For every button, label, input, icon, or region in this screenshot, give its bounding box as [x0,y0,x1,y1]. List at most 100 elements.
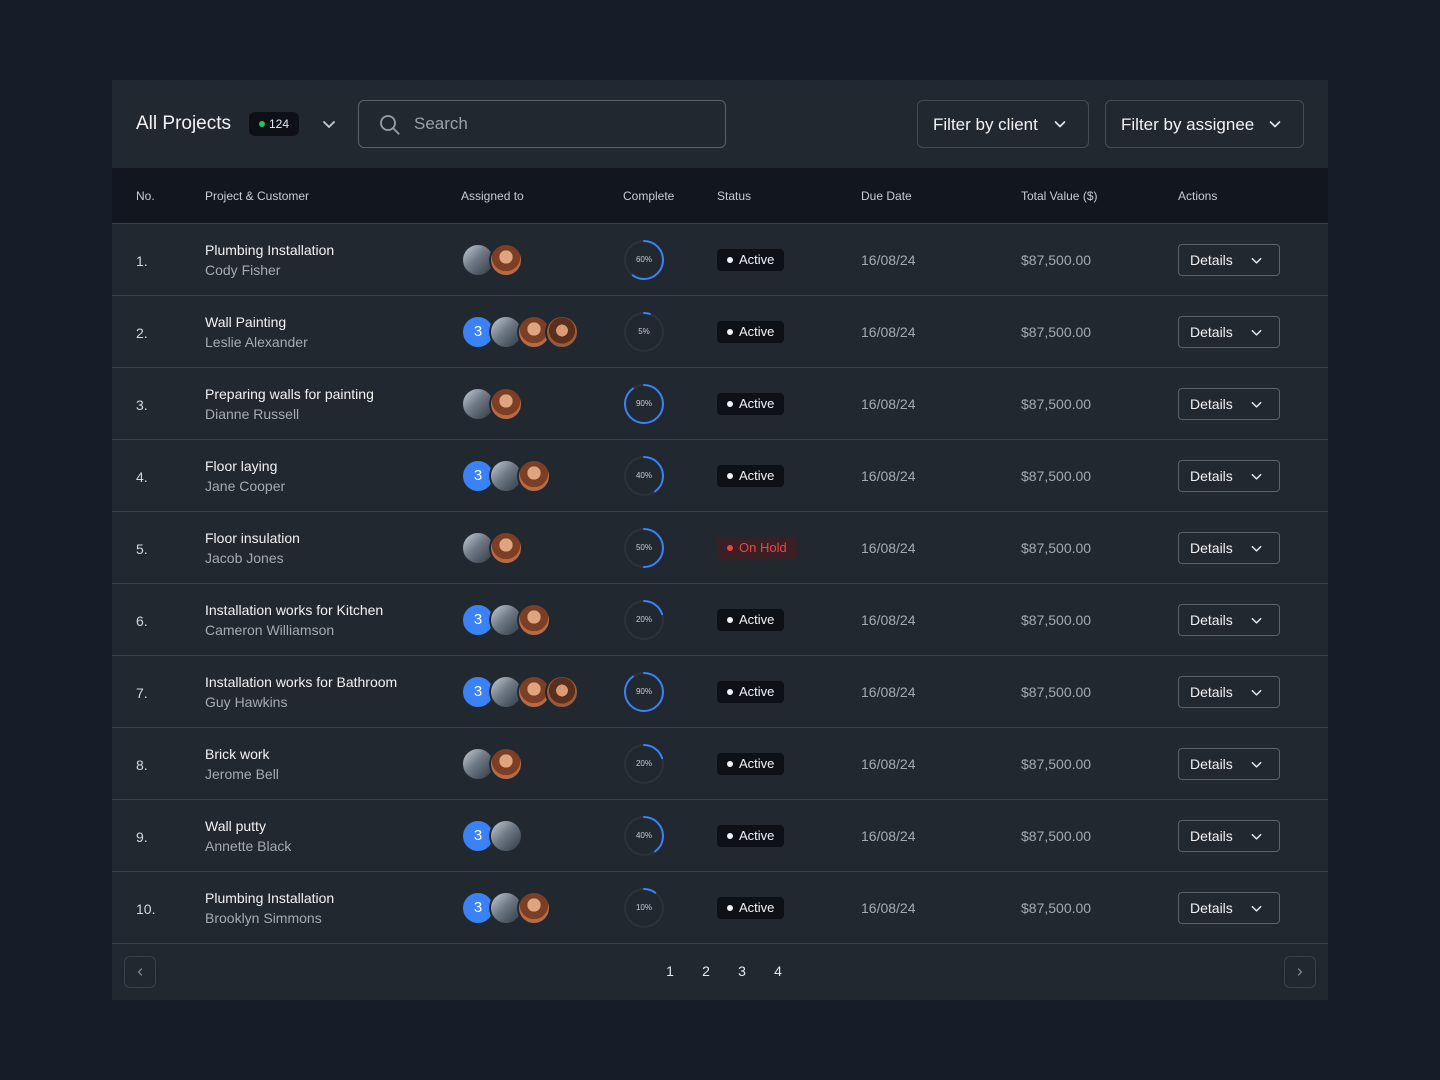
column-header-status: Status [717,189,752,203]
assignee-avatars [461,531,523,565]
avatar[interactable] [517,603,551,637]
progress-ring: 90% [622,382,666,426]
chevron-down-icon [1251,761,1262,768]
page-number[interactable]: 1 [652,963,688,979]
chevron-down-icon [1251,689,1262,696]
pagination: 1 2 3 4 [112,944,1328,1000]
avatar[interactable] [517,459,551,493]
progress-percentage: 5% [638,327,650,336]
customer-name: Cody Fisher [205,262,281,278]
filter-by-assignee-dropdown[interactable]: Filter by assignee [1105,100,1304,148]
total-value: $87,500.00 [1021,828,1092,844]
avatar[interactable] [545,315,579,349]
row-number: 2. [136,325,148,341]
status-badge: Active [717,681,785,703]
project-cell: Preparing walls for painting Dianne Russ… [205,368,425,440]
row-number: 3. [136,397,148,413]
due-date: 16/08/24 [861,684,916,700]
filter-assignee-label: Filter by assignee [1121,115,1255,134]
avatar[interactable] [489,243,523,277]
project-cell: Floor laying Jane Cooper [205,440,425,512]
avatar[interactable] [489,747,523,781]
details-button[interactable]: Details [1178,244,1280,276]
column-header-complete: Complete [623,189,675,203]
chevron-right-icon [1297,968,1303,976]
assignee-avatars: 3 [461,603,551,637]
column-header-project: Project & Customer [205,189,310,203]
customer-name: Cameron Williamson [205,622,335,638]
total-value: $87,500.00 [1021,324,1092,340]
column-header-no: No. [136,189,155,203]
status-badge: On Hold [717,537,797,559]
search-input[interactable] [414,101,714,147]
project-cell: Installation works for Bathroom Guy Hawk… [205,656,425,728]
progress-ring: 50% [622,526,666,570]
project-cell: Wall putty Annette Black [205,800,425,872]
table-row: 5. Floor insulation Jacob Jones 50% On H… [112,512,1328,584]
column-header-actions: Actions [1178,189,1218,203]
page-number[interactable]: 4 [760,963,796,979]
status-badge: Active [717,753,785,775]
progress-ring: 60% [622,238,666,282]
customer-name: Brooklyn Simmons [205,910,322,926]
search-icon [379,114,401,136]
customer-name: Annette Black [205,838,292,854]
customer-name: Jerome Bell [205,766,279,782]
table-row: 8. Brick work Jerome Bell 20% Active 16/… [112,728,1328,800]
status-badge: Active [717,609,785,631]
filter-by-client-dropdown[interactable]: Filter by client [917,100,1089,148]
page-number[interactable]: 3 [724,963,760,979]
details-button[interactable]: Details [1178,820,1280,852]
due-date: 16/08/24 [861,756,916,772]
details-label: Details [1190,828,1233,844]
project-cell: Brick work Jerome Bell [205,728,425,800]
due-date: 16/08/24 [861,540,916,556]
project-name: Plumbing Installation [205,242,335,258]
project-name: Floor insulation [205,530,300,546]
table-body: 1. Plumbing Installation Cody Fisher 60%… [112,224,1328,944]
page-title: All Projects [136,113,232,134]
details-label: Details [1190,756,1233,772]
avatar[interactable] [545,675,579,709]
progress-ring: 20% [622,742,666,786]
chevron-down-icon [1251,617,1262,624]
assignee-avatars: 3 [461,891,551,925]
avatar[interactable] [489,531,523,565]
due-date: 16/08/24 [861,396,916,412]
progress-percentage: 40% [635,831,652,840]
project-name: Wall putty [205,818,266,834]
details-button[interactable]: Details [1178,604,1280,636]
details-button[interactable]: Details [1178,532,1280,564]
details-button[interactable]: Details [1178,388,1280,420]
chevron-down-icon [1251,257,1262,264]
details-button[interactable]: Details [1178,892,1280,924]
column-header-assigned: Assigned to [461,189,524,203]
search-box[interactable] [358,100,726,148]
project-count-badge: 124 [249,112,300,136]
project-cell: Plumbing Installation Brooklyn Simmons [205,872,425,944]
progress-percentage: 90% [635,687,652,696]
progress-ring: 5% [622,310,666,354]
details-button[interactable]: Details [1178,460,1280,492]
details-button[interactable]: Details [1178,676,1280,708]
progress-percentage: 10% [635,903,652,912]
status-badge: Active [717,321,785,343]
projects-panel: All Projects 124 Filter by client Filter… [112,80,1328,1000]
next-page-button[interactable] [1284,956,1316,988]
table-header: No. Project & Customer Assigned to Compl… [112,168,1328,224]
avatar[interactable] [489,819,523,853]
table-row: 4. Floor laying Jane Cooper 3 40% Active… [112,440,1328,512]
avatar[interactable] [489,387,523,421]
chevron-down-icon [1251,329,1262,336]
avatar[interactable] [517,891,551,925]
details-button[interactable]: Details [1178,748,1280,780]
assignee-avatars [461,243,523,277]
progress-percentage: 20% [635,615,652,624]
details-button[interactable]: Details [1178,316,1280,348]
chevron-down-icon [1269,121,1281,128]
due-date: 16/08/24 [861,612,916,628]
previous-page-button[interactable] [124,956,156,988]
chevron-down-icon[interactable] [319,114,339,134]
details-label: Details [1190,468,1233,484]
page-number[interactable]: 2 [688,963,724,979]
